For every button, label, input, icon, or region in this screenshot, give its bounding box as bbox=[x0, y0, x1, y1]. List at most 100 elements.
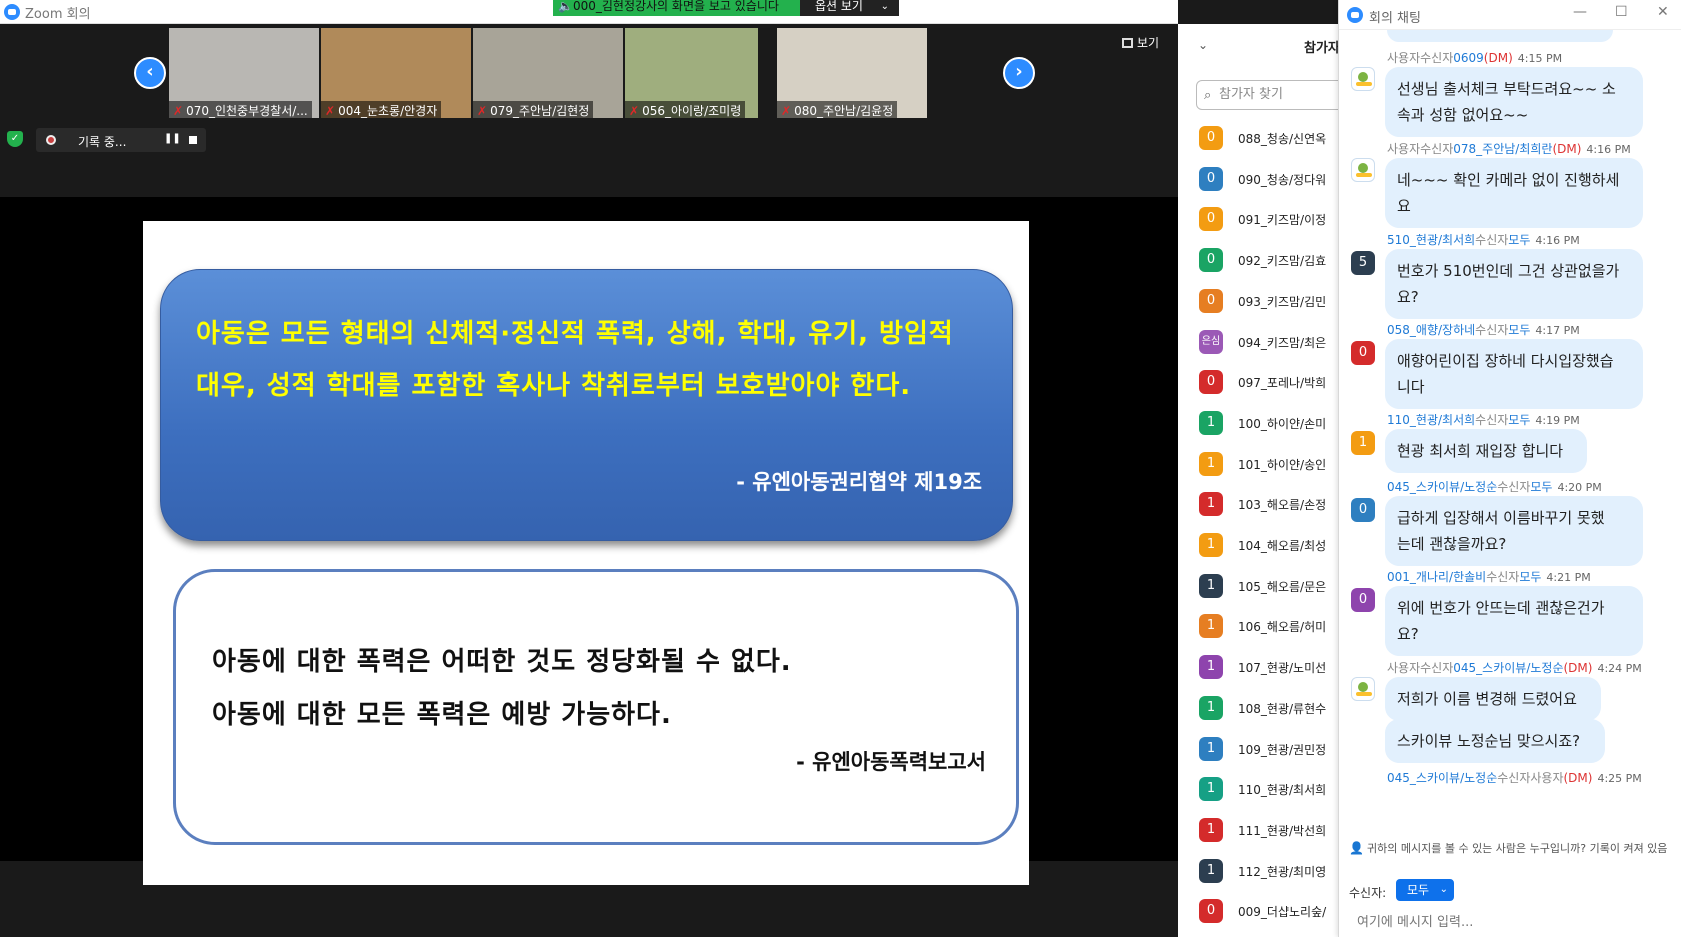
participant-row[interactable]: 은심 094_키즈맘/최은 bbox=[1178, 322, 1338, 363]
chat-to-label: 수신자 bbox=[1475, 323, 1509, 337]
muted-mic-icon: ✗ bbox=[781, 104, 792, 118]
chat-bubble[interactable]: 현광 최서희 재입장 합니다 bbox=[1385, 429, 1587, 473]
participant-avatar: 1 bbox=[1199, 858, 1223, 883]
maximize-button[interactable]: ☐ bbox=[1615, 4, 1628, 20]
chat-message-text: 번호가 510번인데 그건 상관없을가 bbox=[1397, 262, 1620, 280]
window-title: Zoom 회의 bbox=[25, 7, 91, 22]
chat-timestamp: 4:25 PM bbox=[1597, 772, 1642, 785]
chat-message-text: 속과 성함 없어요~~ bbox=[1397, 106, 1529, 124]
user-avatar-icon bbox=[1351, 158, 1375, 182]
participant-avatar: 0 bbox=[1199, 288, 1223, 313]
participant-name: 104_해오름/최성 bbox=[1238, 539, 1327, 553]
minimize-button[interactable]: — bbox=[1573, 4, 1587, 20]
chat-timestamp: 4:15 PM bbox=[1517, 52, 1563, 65]
grid-view-icon bbox=[1122, 38, 1133, 48]
participant-row[interactable]: 0 092_키즈맘/김효 bbox=[1178, 240, 1338, 281]
chat-bubble[interactable]: 네~~~ 확인 카메라 없이 진행하세 요 bbox=[1385, 158, 1643, 228]
chat-bubble[interactable]: 급하게 입장해서 이름바꾸기 못했 는데 괜찮을까요? bbox=[1385, 496, 1643, 566]
recipient-select[interactable]: 모두 ⌄ bbox=[1396, 879, 1454, 901]
participant-row[interactable]: 1 104_해오름/최성 bbox=[1178, 525, 1338, 566]
sender-avatar: 0 bbox=[1351, 341, 1375, 365]
participant-avatar: 0 bbox=[1199, 899, 1223, 924]
chat-bubble[interactable]: 위에 번호가 안뜨는데 괜찮은건가 요? bbox=[1385, 586, 1643, 656]
participant-row[interactable]: 1 106_해오름/허미 bbox=[1178, 606, 1338, 647]
participant-row[interactable]: 1 110_현광/최서희 bbox=[1178, 769, 1338, 810]
video-tile[interactable]: ✗ 004_눈초롱/안경자 bbox=[321, 28, 471, 118]
participant-row[interactable]: 0 090_청송/정다워 bbox=[1178, 159, 1338, 200]
chat-bubble[interactable]: 번호가 510번인데 그건 상관없을가 요? bbox=[1385, 249, 1643, 319]
video-tile[interactable]: ✗ 070_인천중부경찰서/... bbox=[169, 28, 319, 118]
chat-sender: 사용자 bbox=[1387, 661, 1421, 675]
view-options-button[interactable]: 옵션 보기 ⌄ bbox=[800, 0, 899, 16]
chat-recipient: 모두 bbox=[1508, 413, 1531, 427]
participant-name: 105_해오름/문은 bbox=[1238, 579, 1327, 594]
participant-row[interactable]: 1 100_하이얀/손미 bbox=[1178, 403, 1338, 444]
chat-messages: 사용자수신자0609(DM) 4:15 PM 선생님 출서체크 부탁드려요~~ 소속… bbox=[1339, 30, 1681, 844]
participant-row[interactable]: 0 088_청송/신연옥 bbox=[1178, 118, 1338, 159]
chat-bubble[interactable]: 스카이뷰 노정순님 맞으시죠? bbox=[1385, 719, 1605, 763]
chevron-down-icon: ⌄ bbox=[880, 1, 889, 12]
participant-row[interactable]: 1 103_해오름/손정 bbox=[1178, 484, 1338, 525]
video-tile[interactable]: ✗ 080_주안남/김윤정 bbox=[777, 28, 927, 118]
participant-avatar: 은심 bbox=[1199, 329, 1223, 354]
participant-search-input[interactable]: ⌕ 참가자 찾기 bbox=[1196, 80, 1338, 110]
participant-row[interactable]: 1 107_현광/노미선 bbox=[1178, 647, 1338, 688]
gallery-prev-button[interactable]: ‹ bbox=[134, 57, 166, 89]
chat-to-label: 수신자 bbox=[1497, 480, 1531, 494]
user-avatar-icon bbox=[1351, 67, 1375, 91]
view-button[interactable]: 보기 bbox=[1122, 34, 1159, 51]
chat-message-header: 사용자수신자078_주안남/최희란(DM) 4:16 PM bbox=[1387, 140, 1631, 157]
chat-message-text: 급하게 입장해서 이름바꾸기 못했 bbox=[1397, 509, 1605, 527]
shared-screen: 아동은 모든 형태의 신체적·정신적 폭력, 상해, 학대, 유기, 방임적 대… bbox=[0, 197, 1178, 885]
sender-avatar: 1 bbox=[1351, 431, 1375, 455]
participant-row[interactable]: 1 112_현광/최미영 bbox=[1178, 851, 1338, 892]
chat-bubble[interactable]: 선생님 출서체크 부탁드려요~~ 소 속과 성함 없어요~~ bbox=[1385, 67, 1643, 137]
participant-row[interactable]: 1 101_하이얀/송인 bbox=[1178, 444, 1338, 485]
participant-row[interactable]: 1 111_현광/박선희 bbox=[1178, 810, 1338, 851]
chat-sender: 045_스카이뷰/노정순 bbox=[1387, 480, 1498, 494]
participant-avatar: 1 bbox=[1199, 410, 1223, 435]
convention-quote-box: 아동은 모든 형태의 신체적·정신적 폭력, 상해, 학대, 유기, 방임적 대… bbox=[160, 269, 1013, 541]
video-tile[interactable]: ✗ 079_주안남/김현정 bbox=[473, 28, 623, 118]
participant-name: 100_하이얀/손미 bbox=[1238, 416, 1327, 431]
participant-row[interactable]: 1 109_현광/권민정 bbox=[1178, 729, 1338, 770]
chat-bubble[interactable]: 애향어린이집 장하네 다시입장했습 니다 bbox=[1385, 339, 1643, 409]
participant-name: 112_현광/최미영 bbox=[1238, 864, 1327, 879]
chat-message-header: 510_현광/최서희수신자모두 4:16 PM bbox=[1387, 231, 1580, 248]
stop-recording-button[interactable] bbox=[189, 136, 197, 144]
participant-row[interactable]: 0 091_키즈맘/이정 bbox=[1178, 199, 1338, 240]
participant-avatar: 1 bbox=[1199, 533, 1223, 557]
chat-message-input[interactable] bbox=[1357, 911, 1675, 933]
presentation-slide: 아동은 모든 형태의 신체적·정신적 폭력, 상해, 학대, 유기, 방임적 대… bbox=[143, 221, 1029, 885]
participant-name: 101_하이얀/송인 bbox=[1238, 457, 1327, 472]
video-tile[interactable]: ✗ 056_아이랑/조미령 bbox=[625, 28, 758, 118]
participant-row[interactable]: 1 105_해오름/문은 bbox=[1178, 566, 1338, 607]
chat-bubble[interactable]: 저희가 이름 변경해 드렸어요 bbox=[1385, 677, 1601, 721]
chat-recipient: 사용자 bbox=[1530, 771, 1564, 785]
chat-visibility-notice[interactable]: 👤 귀하의 메시지를 볼 수 있는 사람은 누구입니까? 기록이 켜져 있음 bbox=[1349, 842, 1681, 856]
report-quote-line-1: 아동에 대한 폭력은 어떠한 것도 정당화될 수 없다. bbox=[212, 647, 792, 677]
participant-row[interactable]: 0 093_키즈맘/김민 bbox=[1178, 281, 1338, 322]
meeting-chat-window: 회의 채팅 — ☐ ✕ 사용자수신자0609(DM) 4:15 PM 선생님 출서체… bbox=[1338, 0, 1681, 937]
chat-sender: 058_애향/장하네 bbox=[1387, 323, 1476, 337]
chat-bubble-partial bbox=[1387, 30, 1613, 42]
convention-quote-text: 아동은 모든 형태의 신체적·정신적 폭력, 상해, 학대, 유기, 방임적 대… bbox=[196, 319, 954, 401]
speaker-icon: 🔈 bbox=[558, 0, 573, 13]
participant-name: 009_더샵노리숲/ bbox=[1238, 905, 1327, 920]
pause-recording-button[interactable]: ❚❚ bbox=[164, 133, 181, 144]
chat-timestamp: 4:16 PM bbox=[1586, 143, 1631, 156]
sender-avatar: 5 bbox=[1351, 251, 1375, 275]
gallery-next-button[interactable]: › bbox=[1003, 57, 1035, 89]
recipient-label: 수신자: bbox=[1349, 886, 1387, 900]
participant-row[interactable]: 0 009_더샵노리숲/ bbox=[1178, 891, 1338, 932]
close-button[interactable]: ✕ bbox=[1657, 4, 1669, 20]
participant-row[interactable]: 0 097_포레나/박희 bbox=[1178, 362, 1338, 403]
collapse-chevron-icon[interactable]: ⌄ bbox=[1198, 38, 1208, 52]
participants-panel: ⌄ 참가자 ⌕ 참가자 찾기 0 088_청송/신연옥 0 090_청송/정다워 0 09… bbox=[1178, 24, 1338, 937]
chat-to-label: 수신자 bbox=[1420, 142, 1454, 156]
participant-row[interactable]: 1 108_현광/류현수 bbox=[1178, 688, 1338, 729]
participant-name: 088_청송/신연옥 bbox=[1238, 132, 1327, 146]
recording-label: 기록 중... bbox=[78, 135, 127, 149]
recording-dot-icon bbox=[46, 135, 56, 145]
chat-message-header: 사용자수신자045_스카이뷰/노정순(DM) 4:24 PM bbox=[1387, 659, 1642, 676]
